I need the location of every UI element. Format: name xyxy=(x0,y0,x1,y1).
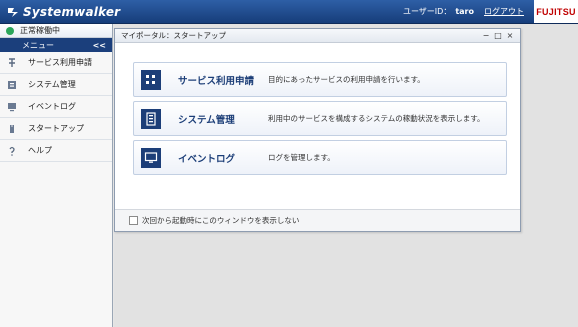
status-text: 正常稼働中 xyxy=(20,26,60,35)
help-icon xyxy=(6,145,18,157)
app-header: Systemwalker ユーザーID： taro ログアウト FUJITSU xyxy=(0,0,578,24)
system-management-icon xyxy=(141,108,161,129)
card-description: 目的にあったサービスの利用申請を行います。 xyxy=(268,75,425,84)
sidebar: 正常稼働中 メニュー << サービス利用申請 システム管理 イベントログ スター… xyxy=(0,24,113,327)
close-button[interactable]: × xyxy=(504,30,516,42)
sidebar-item-system-management[interactable]: システム管理 xyxy=(0,74,112,96)
user-name: taro xyxy=(455,7,474,16)
card-title: イベントログ xyxy=(178,153,236,165)
maximize-button[interactable]: □ xyxy=(492,30,504,42)
sidebar-item-startup[interactable]: スタートアップ xyxy=(0,118,112,140)
event-log-icon xyxy=(141,147,161,168)
card-service-request[interactable]: サービス利用申請 目的にあったサービスの利用申請を行います。 xyxy=(133,62,507,97)
card-description: ログを管理します。 xyxy=(268,153,335,162)
event-log-icon xyxy=(6,101,18,113)
card-title: サービス利用申請 xyxy=(178,75,255,87)
card-description: 利用中のサービスを構成するシステムの稼動状況を表示します。 xyxy=(268,114,485,123)
sidebar-item-help[interactable]: ヘルプ xyxy=(0,140,112,162)
fujitsu-logo: FUJITSU xyxy=(534,0,578,23)
sidebar-item-label: スタートアップ xyxy=(28,124,84,133)
minimize-button[interactable]: − xyxy=(480,30,492,42)
startup-portal-window: マイポータル：スタートアップ − □ × サービス利用申請 目的にあったサービス… xyxy=(114,28,521,232)
menu-label: メニュー xyxy=(22,40,54,50)
sidebar-item-label: ヘルプ xyxy=(28,146,52,155)
card-event-log[interactable]: イベントログ ログを管理します。 xyxy=(133,140,507,175)
portal-footer: 次回から起動時にこのウィンドウを表示しない xyxy=(115,209,520,231)
user-id-label: ユーザーID： xyxy=(402,7,452,16)
sidebar-item-label: システム管理 xyxy=(28,80,76,89)
sidebar-item-service-request[interactable]: サービス利用申請 xyxy=(0,52,112,74)
status-ok-icon xyxy=(6,26,14,35)
sidebar-item-label: サービス利用申請 xyxy=(28,58,92,67)
systemwalker-logo-icon xyxy=(8,7,18,17)
sidebar-item-event-log[interactable]: イベントログ xyxy=(0,96,112,118)
hide-on-startup-label[interactable]: 次回から起動時にこのウィンドウを表示しない xyxy=(142,215,299,226)
sidebar-item-label: イベントログ xyxy=(28,102,76,111)
app-title: Systemwalker xyxy=(23,4,121,19)
startup-icon xyxy=(6,123,18,135)
main-content: マイポータル：スタートアップ − □ × サービス利用申請 目的にあったサービス… xyxy=(114,24,578,327)
card-title: システム管理 xyxy=(178,114,235,126)
collapse-menu-button[interactable]: << xyxy=(93,41,106,50)
service-request-icon xyxy=(141,69,161,90)
hide-on-startup-checkbox[interactable] xyxy=(129,216,138,225)
service-request-icon xyxy=(6,57,18,69)
menu-header: メニュー << xyxy=(0,38,112,52)
portal-titlebar: マイポータル：スタートアップ − □ × xyxy=(115,29,520,43)
system-status: 正常稼働中 xyxy=(0,24,112,38)
system-management-icon xyxy=(6,79,18,91)
logout-link[interactable]: ログアウト xyxy=(484,6,524,17)
card-system-management[interactable]: システム管理 利用中のサービスを構成するシステムの稼動状況を表示します。 xyxy=(133,101,507,136)
portal-title: マイポータル：スタートアップ xyxy=(121,31,226,40)
app-logo: Systemwalker xyxy=(6,5,120,19)
